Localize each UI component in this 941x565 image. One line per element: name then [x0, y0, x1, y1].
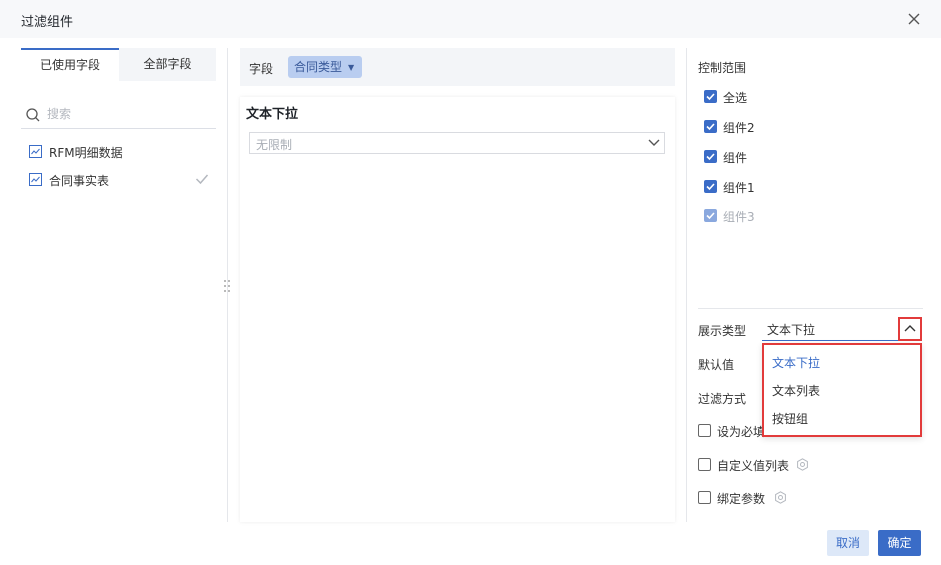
field-chip[interactable]: 合同类型 ▼ [288, 56, 363, 78]
dropdown-option-button-group[interactable]: 按钮组 [772, 410, 808, 427]
search-icon [26, 108, 40, 122]
tab-used-fields[interactable]: 已使用字段 [21, 48, 119, 81]
dialog-titlebar: 过滤组件 [0, 0, 941, 38]
component-preview: 文本下拉 无限制 [240, 97, 675, 522]
dialog-title: 过滤组件 [21, 15, 74, 30]
checkbox-checked[interactable] [704, 90, 717, 103]
display-type-value: 文本下拉 [767, 323, 816, 337]
control-scope-title: 控制范围 [698, 61, 747, 75]
search-input[interactable] [47, 104, 212, 124]
preview-placeholder: 无限制 [256, 138, 293, 152]
checkbox-label: 自定义值列表 [717, 459, 790, 473]
display-type-label: 展示类型 [698, 324, 747, 338]
checkbox-label: 全选 [723, 91, 748, 105]
close-icon[interactable] [905, 10, 923, 28]
checkbox-label: 组件 [723, 151, 748, 165]
panel-divider [686, 48, 687, 522]
preview-title: 文本下拉 [246, 107, 299, 122]
cancel-button[interactable]: 取消 [827, 530, 869, 556]
checkbox-checked[interactable] [704, 150, 717, 163]
dataset-item-rfm[interactable]: RFM明细数据 [21, 141, 216, 163]
gear-icon[interactable] [774, 491, 787, 504]
checkbox-label: 组件2 [723, 121, 755, 135]
dropdown-option-text-list[interactable]: 文本列表 [772, 382, 820, 399]
checkbox-label: 设为必填 [717, 425, 766, 439]
tab-all-fields[interactable]: 全部字段 [119, 48, 216, 81]
chevron-down-icon [648, 139, 660, 146]
checkbox-unchecked[interactable] [698, 424, 711, 437]
table-icon [29, 173, 42, 186]
field-source-panel: 已使用字段 全部字段 RFM明细数据 合同事实表 [21, 48, 216, 518]
field-search [21, 104, 216, 129]
checkmark-icon [195, 174, 209, 185]
ok-button[interactable]: 确定 [878, 530, 921, 556]
dropdown-option-text-dropdown[interactable]: 文本下拉 [772, 354, 820, 371]
checkbox-checked-disabled [704, 209, 717, 222]
field-label: 字段 [249, 62, 274, 76]
default-value-label: 默认值 [698, 358, 735, 372]
field-chip-label: 合同类型 [294, 60, 343, 74]
display-type-toggle-button[interactable] [898, 317, 922, 341]
checkbox-unchecked[interactable] [698, 491, 711, 504]
checkbox-label: 组件3 [723, 210, 755, 224]
checkbox-label: 组件1 [723, 181, 755, 195]
field-tabs: 已使用字段 全部字段 [21, 48, 216, 81]
filter-component-dialog: 过滤组件 已使用字段 全部字段 RFM明细数据 [0, 0, 941, 565]
filter-method-label: 过滤方式 [698, 392, 747, 406]
caret-down-icon: ▼ [348, 63, 355, 72]
dataset-label: 合同事实表 [49, 174, 110, 188]
dataset-item-contract[interactable]: 合同事实表 [21, 169, 216, 191]
table-icon [29, 145, 42, 158]
checkbox-checked[interactable] [704, 180, 717, 193]
preview-dropdown[interactable]: 无限制 [249, 132, 665, 154]
display-type-dropdown-menu: 文本下拉 文本列表 按钮组 [762, 343, 922, 437]
section-divider [698, 308, 923, 309]
dataset-label: RFM明细数据 [49, 146, 123, 160]
display-type-select[interactable]: 文本下拉 [762, 315, 898, 341]
checkbox-checked[interactable] [704, 120, 717, 133]
gear-icon[interactable] [796, 458, 809, 471]
checkbox-label: 绑定参数 [717, 492, 766, 506]
chevron-up-icon [904, 325, 916, 332]
drag-handle-icon[interactable] [222, 278, 232, 294]
field-bar: 字段 合同类型 ▼ [240, 48, 675, 86]
checkbox-unchecked[interactable] [698, 458, 711, 471]
